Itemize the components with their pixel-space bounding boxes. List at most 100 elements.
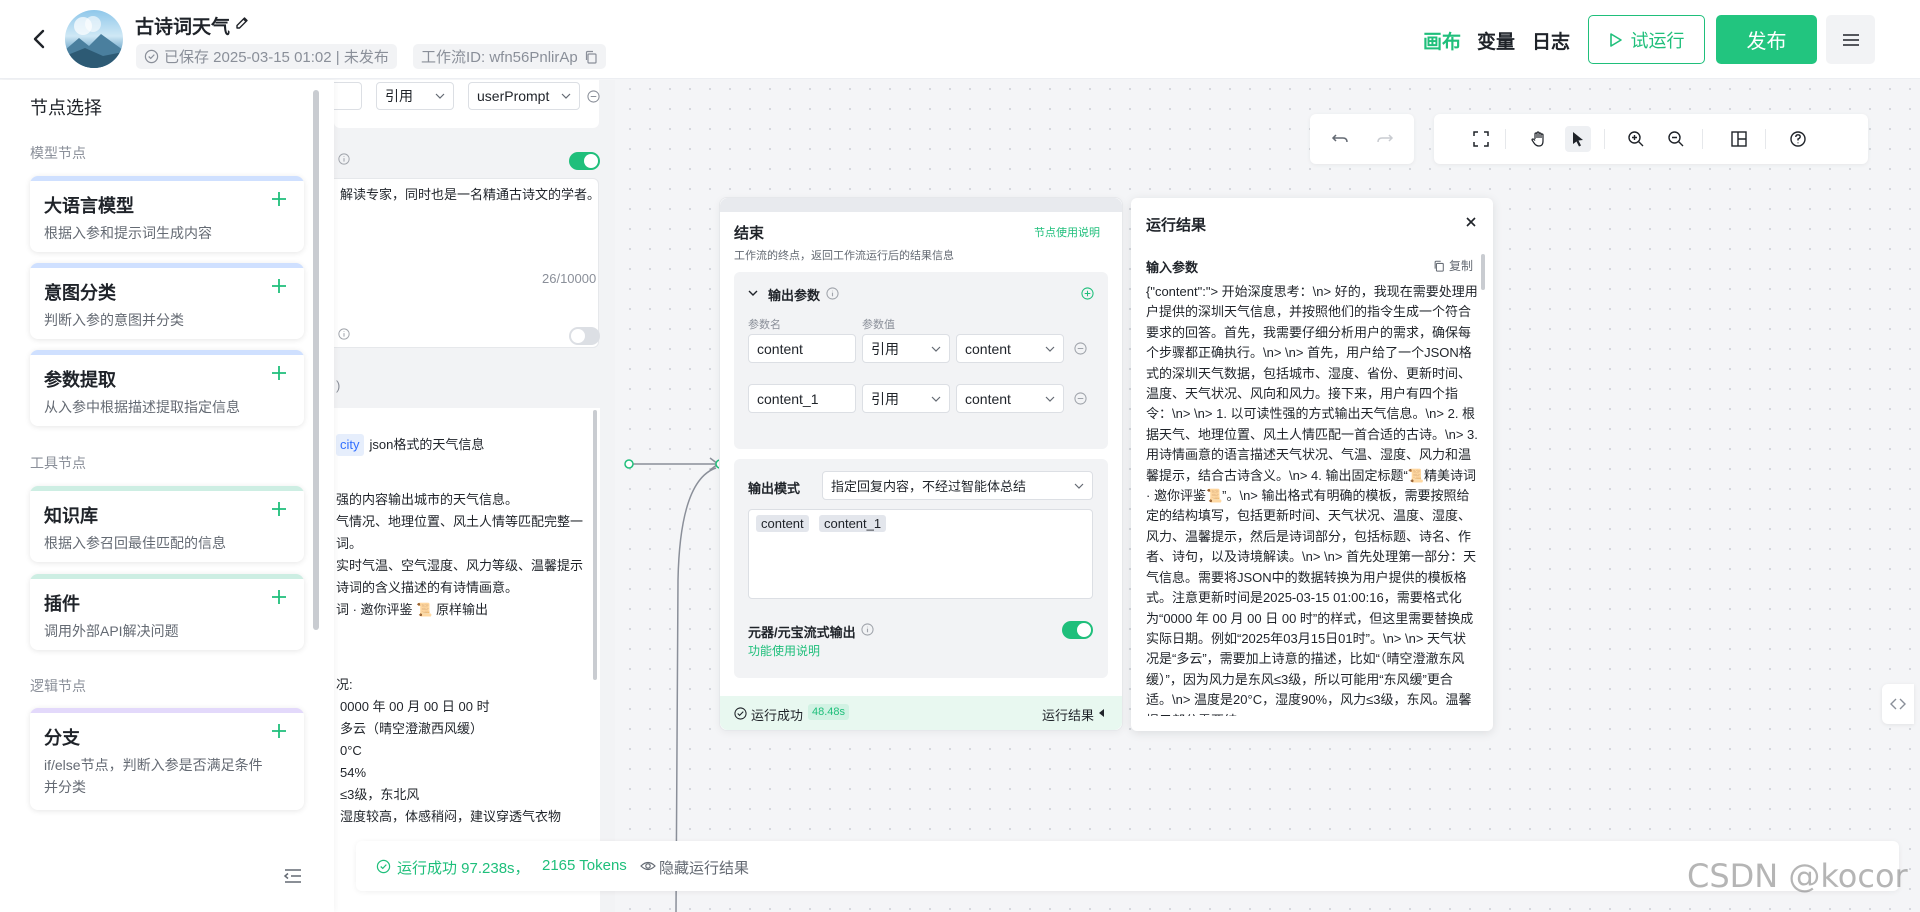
add-param-icon[interactable] (1081, 287, 1094, 300)
node-desc: 根据入参和提示词生成内容 (44, 225, 212, 241)
layout-button[interactable] (1726, 126, 1752, 152)
chevron-down-icon (1045, 346, 1055, 352)
hamburger-icon (1842, 33, 1859, 46)
card-accent (30, 708, 304, 713)
card-accent (30, 263, 304, 268)
result-scrollbar[interactable] (1481, 254, 1485, 290)
add-icon[interactable] (270, 190, 288, 208)
output-params-section: 输出参数 参数名 参数值 content 引用 content content_… (734, 272, 1108, 449)
remove-circle-icon[interactable] (587, 90, 600, 103)
info-icon (826, 287, 839, 300)
node-card-llm[interactable]: 大语言模型 根据入参和提示词生成内容 (30, 176, 304, 252)
cursor-icon (1573, 132, 1583, 147)
city-variable: city json格式的天气信息 (336, 434, 484, 456)
node-card-plugin[interactable]: 插件 调用外部API解决问题 (30, 574, 304, 650)
copy-icon[interactable] (584, 50, 598, 64)
param-name-field[interactable]: content_1 (748, 384, 856, 413)
feature-toggle[interactable] (569, 327, 600, 345)
node-name: 分支 (44, 728, 80, 748)
chevron-down-icon[interactable] (748, 290, 758, 297)
param-value-select[interactable]: content (956, 334, 1064, 363)
workflow-id: 工作流ID: wfn56PnlirAp (413, 44, 606, 69)
side-panel-toggle[interactable] (1882, 684, 1914, 724)
variable-tag: content_1 (819, 515, 887, 532)
close-icon[interactable] (1463, 214, 1479, 230)
layout-icon (1731, 131, 1747, 147)
redo-button[interactable] (1372, 126, 1398, 152)
stream-help-link[interactable]: 功能使用说明 (748, 642, 820, 659)
node-card-intent[interactable]: 意图分类 判断入参的意图并分类 (30, 263, 304, 339)
prompt-line: 词。 (336, 536, 363, 551)
node-card-branch[interactable]: 分支 if/else节点，判断入参是否满足条件并分类 (30, 708, 304, 810)
pointer-tool-button[interactable] (1565, 126, 1591, 152)
info-icon (861, 623, 874, 636)
node-desc: 判断入参的意图并分类 (44, 312, 184, 328)
node-help-link[interactable]: 节点使用说明 (1034, 224, 1100, 240)
history-toolbar (1310, 114, 1414, 164)
param-type-select[interactable]: 引用 (862, 334, 950, 363)
remove-param-icon[interactable] (1074, 342, 1087, 355)
add-icon[interactable] (270, 722, 288, 740)
remove-param-icon[interactable] (1074, 392, 1087, 405)
example-line: 多云（晴空澄澈西风缓） (340, 721, 484, 736)
undo-button[interactable] (1327, 126, 1353, 152)
tab-variables[interactable]: 变量 (1477, 27, 1515, 54)
copy-button[interactable]: 复制 (1433, 257, 1473, 274)
publish-button[interactable]: 发布 (1716, 15, 1817, 64)
save-status-text: 已保存 2025-03-15 01:02 | 未发布 (164, 49, 389, 66)
help-button[interactable] (1785, 126, 1811, 152)
zoom-in-button[interactable] (1623, 126, 1649, 152)
add-icon[interactable] (270, 588, 288, 606)
back-arrow-icon[interactable] (28, 27, 52, 51)
app-avatar[interactable] (65, 10, 123, 68)
tab-logs[interactable]: 日志 (1532, 27, 1570, 54)
output-mode-select[interactable]: 指定回复内容，不经过智能体总结 (822, 471, 1093, 500)
run-summary-text: 运行成功 97.238s， (397, 860, 530, 877)
stream-output-toggle[interactable] (1062, 621, 1093, 639)
chevron-down-icon (561, 93, 571, 99)
city-tag: city (336, 434, 364, 456)
reply-content-editor[interactable]: content content_1 (748, 509, 1093, 599)
llm-node-partial[interactable]: 引用 userPrompt 解读专家，同时也是一名精通古诗文的学者。 26/10… (334, 80, 615, 912)
zoom-out-button[interactable] (1663, 126, 1689, 152)
end-node[interactable]: 结束 节点使用说明 工作流的终点，返回工作流运行后的结果信息 输出参数 参数名 … (719, 197, 1123, 731)
node-desc: 调用外部API解决问题 (44, 623, 179, 639)
collapse-panel-icon[interactable] (283, 867, 303, 885)
menu-button[interactable] (1826, 15, 1875, 64)
param-value: content (965, 340, 1011, 357)
run-result-link[interactable]: 运行结果 (1042, 705, 1094, 724)
node-card-param-extract[interactable]: 参数提取 从入参中根据描述提取指定信息 (30, 350, 304, 426)
add-icon[interactable] (270, 364, 288, 382)
save-status: 已保存 2025-03-15 01:02 | 未发布 (136, 44, 397, 69)
add-icon[interactable] (270, 277, 288, 295)
expand-chevrons-icon (1890, 698, 1906, 710)
panel-scrollbar[interactable] (313, 90, 319, 630)
example-line: 54% (340, 765, 367, 780)
card-accent (30, 176, 304, 181)
watermark: CSDN @kocor (1687, 857, 1908, 895)
ref-value-select[interactable]: userPrompt (468, 82, 580, 110)
play-icon (1609, 32, 1622, 47)
ref-type-select[interactable]: 引用 (376, 82, 454, 110)
node-card-knowledge[interactable]: 知识库 根据入参召回最佳匹配的信息 (30, 486, 304, 562)
prompt-line: 气情况、地理位置、风土人情等匹配完整一 (336, 514, 584, 529)
param-value-select[interactable]: content (956, 384, 1064, 413)
try-run-button[interactable]: 试运行 (1588, 15, 1705, 64)
hide-result-link[interactable]: 隐藏运行结果 (659, 857, 749, 878)
chevron-down-icon (435, 93, 445, 99)
token-count: 2165 Tokens (542, 857, 627, 874)
fit-view-button[interactable] (1468, 126, 1494, 152)
ref-value: userPrompt (477, 88, 550, 104)
param-type-select[interactable]: 引用 (862, 384, 950, 413)
output-params-label: 输出参数 (768, 288, 821, 303)
param-name-field[interactable]: content (748, 334, 856, 363)
tab-canvas[interactable]: 画布 (1423, 27, 1461, 54)
hand-tool-button[interactable] (1526, 126, 1552, 152)
node-name: 大语言模型 (44, 196, 134, 216)
example-line: 0°C (340, 743, 362, 758)
system-prompt-toggle[interactable] (569, 152, 600, 170)
add-icon[interactable] (270, 500, 288, 518)
eye-icon[interactable] (640, 859, 656, 873)
edit-pencil-icon[interactable] (233, 14, 251, 32)
info-icon (338, 328, 350, 340)
